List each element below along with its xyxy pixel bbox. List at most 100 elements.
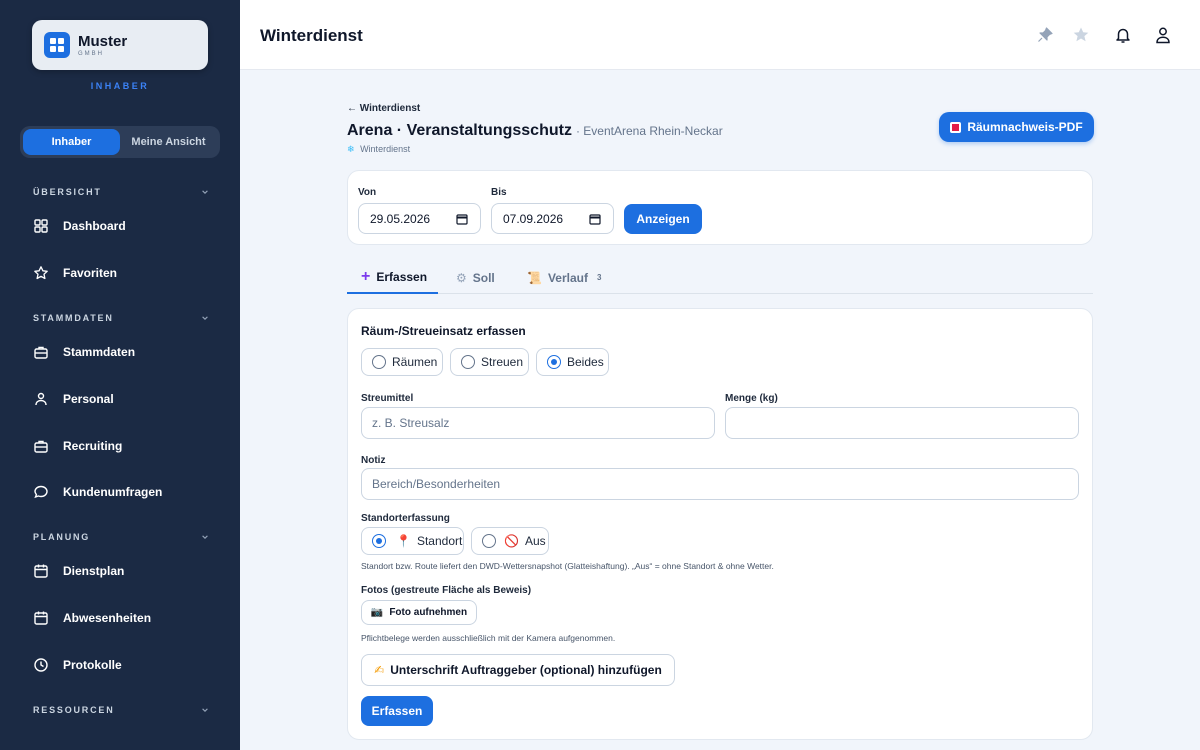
sidebar: Muster GMBH INHABER Inhaber Meine Ansich… xyxy=(0,0,240,750)
sidebar-item-recruiting[interactable]: Recruiting xyxy=(33,434,213,458)
add-signature-button[interactable]: ✍ Unterschrift Auftraggeber (optional) h… xyxy=(361,654,675,686)
category-tag-label: Winterdienst xyxy=(360,144,411,154)
sidebar-item-label: Dienstplan xyxy=(63,564,125,578)
dashboard-icon xyxy=(34,219,48,233)
tab-erfassen[interactable]: + Erfassen xyxy=(347,262,438,294)
from-date-value: 29.05.2026 xyxy=(370,211,431,226)
take-photo-button[interactable]: 📷 Foto aufnehmen xyxy=(361,600,477,625)
amount-input[interactable] xyxy=(725,407,1079,439)
to-date-input[interactable]: 07.09.2026 xyxy=(491,203,614,234)
location-option-on[interactable]: 📍 Standort xyxy=(361,527,464,555)
tab-soll[interactable]: ⚙ Soll xyxy=(456,262,495,293)
page-title: Arena · Veranstaltungsschutz · EventArena… xyxy=(347,122,723,140)
location-option-label: Standort xyxy=(416,534,463,548)
note-label: Notiz xyxy=(361,455,386,466)
pdf-export-button[interactable]: Räumnachweis-PDF xyxy=(939,112,1094,142)
photos-label: Fotos (gestreute Fläche als Beweis) xyxy=(361,585,532,596)
radio-icon xyxy=(461,355,475,369)
briefcase-icon xyxy=(34,346,48,359)
photo-hint: Pflichtbelege werden ausschließlich mit … xyxy=(361,633,616,643)
page-subtitle: · EventArena Rhein-Neckar xyxy=(575,124,723,138)
star-icon[interactable] xyxy=(1072,26,1090,44)
sidebar-item-label: Protokolle xyxy=(63,658,122,672)
pin-icon[interactable] xyxy=(1036,26,1054,44)
note-input[interactable]: Bereich/Besonderheiten xyxy=(361,468,1079,500)
location-option-off[interactable]: 🚫 Aus xyxy=(471,527,549,555)
section-overview[interactable]: ÜBERSICHT xyxy=(33,187,209,197)
sidebar-item-schedule[interactable]: Dienstplan xyxy=(33,559,213,583)
snowflake-icon: ❄ xyxy=(347,144,355,154)
pin-icon: 📍 xyxy=(396,534,411,548)
sidebar-item-logs[interactable]: Protokolle xyxy=(33,653,213,677)
location-hint: Standort bzw. Route liefert den DWD-Wett… xyxy=(361,561,774,571)
clock-icon xyxy=(34,658,48,672)
section-overview-label: ÜBERSICHT xyxy=(33,187,102,197)
section-master[interactable]: STAMMDATEN xyxy=(33,313,209,323)
mode-option-label: Räumen xyxy=(392,355,438,369)
page-header-title: Winterdienst xyxy=(260,26,363,45)
users-icon xyxy=(35,392,47,406)
tab-verlauf-label: Verlauf xyxy=(547,270,588,285)
sidebar-item-surveys[interactable]: Kundenumfragen xyxy=(33,480,213,504)
writing-hand-icon: ✍ xyxy=(374,663,385,677)
mode-option-raeumen[interactable]: Räumen xyxy=(361,348,443,376)
mode-option-beides[interactable]: Beides xyxy=(536,348,609,376)
back-link[interactable]: ← Winterdienst xyxy=(347,103,420,114)
show-button[interactable]: Anzeigen xyxy=(624,204,702,234)
user-icon[interactable] xyxy=(1154,26,1172,44)
tab-bar: + Erfassen ⚙ Soll 📜 Verlauf 3 xyxy=(347,262,1093,294)
sidebar-item-label: Favoriten xyxy=(63,266,118,280)
calendar-icon[interactable] xyxy=(589,213,601,225)
sidebar-item-staff[interactable]: Personal xyxy=(33,387,213,411)
tab-erfassen-label: Erfassen xyxy=(376,270,428,284)
grit-input[interactable]: z. B. Streusalz xyxy=(361,407,715,439)
view-toggle-mine[interactable]: Meine Ansicht xyxy=(120,129,217,155)
location-label: Standorterfassung xyxy=(361,513,450,524)
chevron-down-icon xyxy=(202,708,208,712)
section-resources-label: RESSOURCEN xyxy=(33,705,115,715)
sidebar-item-masterdata[interactable]: Stammdaten xyxy=(33,340,213,364)
mode-option-label: Streuen xyxy=(481,355,524,369)
tab-verlauf[interactable]: 📜 Verlauf 3 xyxy=(527,262,601,293)
chevron-down-icon xyxy=(202,316,208,320)
scroll-icon: 📜 xyxy=(527,270,542,285)
add-signature-label: Unterschrift Auftraggeber (optional) hin… xyxy=(390,663,662,677)
grit-label: Streumittel xyxy=(361,393,414,404)
from-date-input[interactable]: 29.05.2026 xyxy=(358,203,481,234)
radio-icon xyxy=(482,534,496,548)
chat-bubble-icon xyxy=(34,485,48,499)
form-title: Räum-/Streueinsatz erfassen xyxy=(361,324,526,338)
take-photo-label: Foto aufnehmen xyxy=(389,607,468,618)
to-date-value: 07.09.2026 xyxy=(503,211,564,226)
radio-checked-icon xyxy=(372,534,386,548)
document-icon xyxy=(950,121,962,133)
chevron-down-icon xyxy=(202,190,208,194)
prohibited-icon: 🚫 xyxy=(504,534,519,548)
mode-option-streuen[interactable]: Streuen xyxy=(450,348,529,376)
section-master-label: STAMMDATEN xyxy=(33,313,114,323)
pdf-export-label: Räumnachweis-PDF xyxy=(967,120,1083,134)
role-label: INHABER xyxy=(90,81,150,91)
sidebar-item-label: Personal xyxy=(63,392,114,406)
view-toggle-owner[interactable]: Inhaber xyxy=(23,129,120,155)
briefcase-icon xyxy=(34,440,48,453)
calendar-icon xyxy=(34,611,48,625)
brand-logo[interactable]: Muster GMBH xyxy=(32,20,208,70)
sidebar-item-label: Recruiting xyxy=(63,439,123,453)
section-planning[interactable]: PLANUNG xyxy=(33,532,209,542)
gear-icon: ⚙ xyxy=(456,270,467,285)
page-title-text: Arena · Veranstaltungsschutz xyxy=(347,122,572,139)
calendar-icon[interactable] xyxy=(456,213,468,225)
sidebar-item-dashboard[interactable]: Dashboard xyxy=(33,214,213,238)
sidebar-item-label: Abwesenheiten xyxy=(63,611,152,625)
bell-icon[interactable] xyxy=(1114,26,1132,44)
mode-option-label: Beides xyxy=(567,355,604,369)
from-label: Von xyxy=(358,187,377,198)
grit-placeholder: z. B. Streusalz xyxy=(372,416,450,430)
sidebar-item-absences[interactable]: Abwesenheiten xyxy=(33,606,213,630)
radio-checked-icon xyxy=(547,355,561,369)
submit-button[interactable]: Erfassen xyxy=(361,696,433,726)
calendar-icon xyxy=(34,564,48,578)
sidebar-item-favorites[interactable]: Favoriten xyxy=(33,261,213,285)
section-resources[interactable]: RESSOURCEN xyxy=(33,705,209,715)
